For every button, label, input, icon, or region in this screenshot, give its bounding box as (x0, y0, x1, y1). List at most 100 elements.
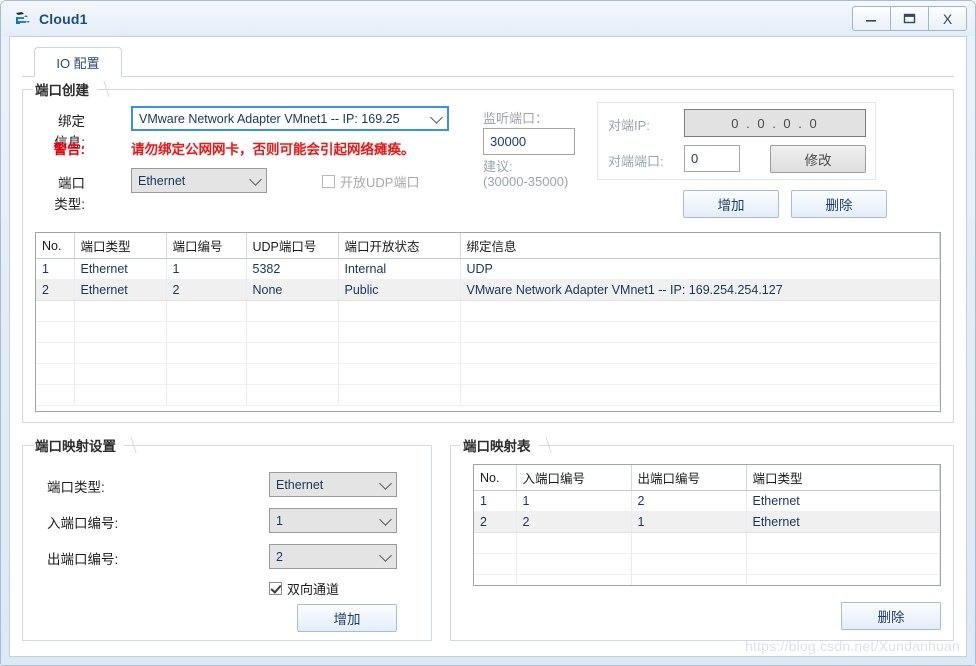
modify-button[interactable]: 修改 (770, 145, 866, 173)
mapping-delete-label: 删除 (877, 610, 905, 625)
table-row[interactable]: 1 Ethernet 1 5382 Internal UDP (36, 258, 940, 280)
in-port-combo[interactable]: 1 (269, 508, 397, 533)
udp-port-checkbox[interactable]: 开放UDP端口 (322, 172, 419, 191)
bidirectional-checkbox[interactable]: 双向通道 (269, 579, 339, 598)
mapping-settings-legend: 端口映射设置 (33, 435, 124, 455)
table-cell (246, 300, 339, 322)
port-table[interactable]: No. 端口类型 端口编号 UDP端口号 端口开放状态 绑定信息 1 Ethernet 1 53… (35, 232, 941, 412)
listen-port-label: 监听端口： (483, 111, 549, 126)
table-cell (460, 384, 940, 406)
table-cell (338, 300, 461, 322)
table-row-empty[interactable] (474, 574, 940, 585)
table-cell: VMware Network Adapter VMnet1 -- IP: 169… (460, 279, 940, 301)
table-cell (338, 384, 461, 406)
tab-io-config[interactable]: IO 配置 (34, 47, 122, 77)
table-row[interactable]: 2 Ethernet 2 None Public VMware Network Adapt… (36, 279, 940, 301)
out-port-value: 2 (276, 549, 283, 564)
listen-port-input[interactable]: 30000 (483, 128, 575, 155)
table-row-empty[interactable] (36, 384, 940, 406)
column-header: UDP端口号 (246, 233, 339, 259)
table-cell: Ethernet (74, 279, 167, 301)
table-cell: 5382 (246, 258, 339, 280)
peer-port-label: 对端端口: (608, 154, 664, 169)
delete-port-label: 删除 (825, 198, 853, 213)
column-header: 出端口编号 (631, 465, 747, 491)
close-icon: X (942, 10, 953, 27)
table-cell (474, 574, 517, 585)
port-type-value: Ethernet (138, 173, 186, 188)
port-create-legend: 端口创建 (33, 79, 97, 99)
table-row-empty[interactable] (36, 363, 940, 385)
column-header: 绑定信息 (460, 233, 940, 259)
table-row-empty[interactable] (474, 553, 940, 575)
application-window: Cloud1 X IO 配置 端口创建 绑定信息: VMware Network… (0, 0, 976, 666)
binding-info-combo[interactable]: VMware Network Adapter VMnet1 -- IP: 169… (131, 106, 449, 131)
table-cell (338, 342, 461, 364)
table-cell (36, 363, 75, 385)
minimize-button[interactable] (852, 6, 891, 31)
table-cell: 2 (516, 511, 632, 533)
table-row[interactable]: 1 1 2 Ethernet (474, 490, 940, 512)
port-table-body: 1 Ethernet 1 5382 Internal UDP 2 Ethernet 2 None P… (36, 258, 940, 406)
table-cell (166, 363, 247, 385)
port-type-combo[interactable]: Ethernet (131, 168, 267, 193)
table-cell (36, 321, 75, 343)
cloud-icon (13, 9, 33, 29)
peer-ip-input[interactable]: 0 . 0 . 0 . 0 (684, 109, 866, 137)
table-cell: UDP (460, 258, 940, 280)
map-add-label: 增加 (333, 612, 361, 627)
table-cell (460, 321, 940, 343)
table-cell (631, 532, 747, 554)
chevron-down-icon (379, 476, 392, 490)
table-row-empty[interactable] (36, 321, 940, 343)
table-cell (166, 300, 247, 322)
mapping-settings-group: 端口映射设置 端口类型: Ethernet 入端口编号: 1 出端口编号: 2 … (22, 435, 432, 641)
table-row-empty[interactable] (36, 342, 940, 364)
delete-port-button[interactable]: 删除 (791, 190, 887, 218)
table-cell (74, 300, 167, 322)
table-cell: 2 (36, 279, 75, 301)
table-cell (246, 384, 339, 406)
mapping-table-group: 端口映射表 No. 入端口编号 出端口编号 端口类型 1 1 2 Ethernet 2 2 1 Et… (450, 435, 954, 641)
mapping-delete-button[interactable]: 删除 (841, 602, 941, 630)
map-add-button[interactable]: 增加 (297, 604, 397, 632)
out-port-combo[interactable]: 2 (269, 544, 397, 569)
chevron-down-icon (379, 512, 392, 526)
table-cell: Internal (338, 258, 461, 280)
listen-port-value: 30000 (490, 134, 527, 149)
table-cell (338, 363, 461, 385)
maximize-button[interactable] (890, 6, 929, 31)
table-cell: Ethernet (746, 490, 940, 512)
table-row[interactable]: 2 2 1 Ethernet (474, 511, 940, 533)
close-button[interactable]: X (928, 6, 967, 31)
map-port-type-combo[interactable]: Ethernet (269, 472, 397, 497)
table-cell: 2 (631, 490, 747, 512)
map-port-type-value: Ethernet (276, 477, 324, 492)
table-cell (746, 574, 940, 585)
table-cell (516, 532, 632, 554)
table-cell: 1 (516, 490, 632, 512)
table-cell: Ethernet (746, 511, 940, 533)
client-area: IO 配置 端口创建 绑定信息: VMware Network Adapter … (9, 36, 967, 657)
peer-panel: 对端IP: 0 . 0 . 0 . 0 对端端口: 0 修改 (597, 102, 876, 180)
table-cell: 1 (474, 490, 517, 512)
mapping-table[interactable]: No. 入端口编号 出端口编号 端口类型 1 1 2 Ethernet 2 2 1 Ethernet (473, 464, 941, 586)
column-header: No. (36, 233, 75, 259)
table-cell (460, 363, 940, 385)
port-type-label: 端口类型: (54, 176, 85, 212)
table-cell: None (246, 279, 339, 301)
udp-port-label: 开放UDP端口 (340, 175, 420, 190)
table-row-empty[interactable] (36, 300, 940, 322)
table-cell (516, 553, 632, 575)
warning-label: 警告: (53, 142, 86, 157)
table-cell: Ethernet (74, 258, 167, 280)
port-table-header-row: No. 端口类型 端口编号 UDP端口号 端口开放状态 绑定信息 (36, 233, 940, 259)
table-row-empty[interactable] (474, 532, 940, 554)
table-cell: 1 (166, 258, 247, 280)
peer-port-input[interactable]: 0 (684, 145, 740, 172)
table-cell (246, 321, 339, 343)
tab-strip: IO 配置 (22, 47, 954, 77)
out-port-label: 出端口编号: (47, 552, 119, 567)
add-port-button[interactable]: 增加 (683, 190, 779, 218)
window-title: Cloud1 (39, 10, 88, 27)
